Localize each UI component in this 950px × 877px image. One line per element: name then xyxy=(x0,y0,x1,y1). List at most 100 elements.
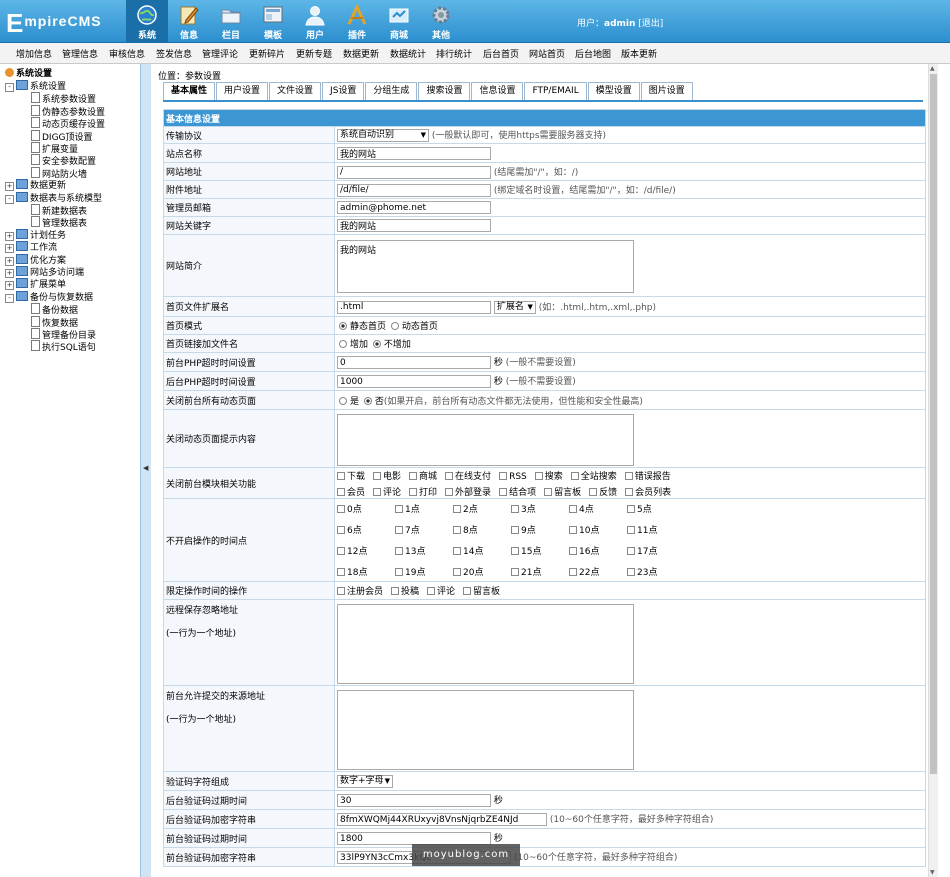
checkbox-option[interactable]: 20点 xyxy=(453,565,511,578)
menu-item[interactable]: 后台地图 xyxy=(575,47,611,60)
menu-item[interactable]: 增加信息 xyxy=(16,47,52,60)
checkbox[interactable] xyxy=(409,471,418,480)
nav-tools[interactable]: 插件 xyxy=(336,0,378,42)
checkbox-option[interactable]: 结合项 xyxy=(499,485,536,498)
checkbox[interactable] xyxy=(625,487,634,496)
checkbox[interactable] xyxy=(627,568,635,576)
radio-add-filename[interactable] xyxy=(339,340,347,348)
checkbox[interactable] xyxy=(569,568,577,576)
menu-item[interactable]: 审核信息 xyxy=(109,47,145,60)
sidebar-item[interactable]: 新建数据表 xyxy=(31,204,87,217)
sidebar-item[interactable]: 备份数据 xyxy=(31,303,78,316)
checkbox[interactable] xyxy=(511,568,519,576)
checkbox[interactable] xyxy=(511,547,519,555)
checkbox[interactable] xyxy=(544,487,553,496)
expand-icon[interactable]: + xyxy=(5,244,14,254)
checkbox[interactable] xyxy=(627,526,635,534)
checkbox-option[interactable]: 反馈 xyxy=(589,485,617,498)
checkbox-option[interactable]: 商城 xyxy=(409,469,437,482)
menu-item[interactable]: 管理信息 xyxy=(62,47,98,60)
indexext-input[interactable] xyxy=(337,300,491,314)
checkbox[interactable] xyxy=(337,547,345,555)
checkbox[interactable] xyxy=(589,487,598,496)
sidebar-item[interactable]: - 数据表与系统模型 xyxy=(5,191,102,204)
keywords-input[interactable] xyxy=(337,219,491,232)
sidebar-item[interactable]: - 备份与恢复数据 xyxy=(5,290,93,303)
breadcrumb-link[interactable]: 参数设置 xyxy=(185,72,221,82)
checkbox[interactable] xyxy=(569,526,577,534)
checkbox[interactable] xyxy=(624,471,633,480)
collapse-icon[interactable]: - xyxy=(5,293,14,303)
collapse-icon[interactable]: - xyxy=(5,83,14,92)
checkbox[interactable] xyxy=(569,505,577,513)
collapse-icon[interactable]: - xyxy=(5,194,14,204)
menu-item[interactable]: 数据更新 xyxy=(343,47,379,60)
checkbox[interactable] xyxy=(463,587,472,595)
menu-item[interactable]: 排行统计 xyxy=(436,47,472,60)
checkbox-option[interactable]: 外部登录 xyxy=(445,485,491,498)
checkbox[interactable] xyxy=(453,505,461,513)
radio-dynamic-index[interactable] xyxy=(390,322,399,330)
checkbox[interactable] xyxy=(337,526,345,534)
protocol-select[interactable]: 系统自动识别 ▼ xyxy=(337,129,429,142)
sidebar-item[interactable]: + 数据更新 xyxy=(5,179,66,192)
checkbox-option[interactable]: 错误报告 xyxy=(624,469,671,482)
checkbox-option[interactable]: 23点 xyxy=(627,565,685,578)
scroll-up-icon[interactable]: ▲ xyxy=(930,65,935,72)
remote-ignore-textarea[interactable] xyxy=(337,603,634,684)
sidebar-item[interactable]: 伪静态参数设置 xyxy=(31,104,105,118)
checkbox[interactable] xyxy=(445,471,454,480)
checkbox[interactable] xyxy=(499,487,508,496)
siteurl-input[interactable] xyxy=(337,165,491,179)
intro-textarea[interactable]: 我的网站 xyxy=(337,240,634,293)
checkbox-option[interactable]: 0点 xyxy=(337,502,395,515)
checkbox-option[interactable]: 留言板 xyxy=(463,584,500,597)
sidebar-item[interactable]: 动态页缓存设置 xyxy=(31,117,105,130)
checkbox-option[interactable]: 打印 xyxy=(409,485,437,498)
adminphptimeout-input[interactable] xyxy=(337,375,491,388)
checkbox[interactable] xyxy=(373,471,382,480)
checkbox-option[interactable]: 12点 xyxy=(337,544,395,557)
menu-item[interactable]: 更新碎片 xyxy=(249,47,285,60)
scroll-down-icon[interactable]: ▼ xyxy=(930,869,935,876)
sidebar-item[interactable]: DIGG顶设置 xyxy=(31,129,93,143)
radio-close-no[interactable] xyxy=(363,396,372,405)
checkbox[interactable] xyxy=(337,587,345,595)
allow-source-textarea[interactable] xyxy=(337,689,634,770)
sitename-input[interactable] xyxy=(337,146,491,160)
menu-item[interactable]: 签发信息 xyxy=(156,47,192,60)
menu-item[interactable]: 数据统计 xyxy=(390,47,426,60)
checkbox[interactable] xyxy=(569,547,577,555)
checkbox-option[interactable]: 19点 xyxy=(395,565,453,578)
checkbox-option[interactable]: 18点 xyxy=(337,565,395,578)
tree-root[interactable]: 系统设置 xyxy=(5,68,52,80)
checkbox[interactable] xyxy=(395,547,403,555)
checkbox-option[interactable]: 21点 xyxy=(511,565,569,578)
nav-shop[interactable]: 商城 xyxy=(378,0,420,42)
checkbox-option[interactable]: 注册会员 xyxy=(337,584,383,597)
checkbox-option[interactable]: 搜索 xyxy=(534,469,563,482)
close-message-textarea[interactable] xyxy=(337,413,634,466)
phptimeout-input[interactable] xyxy=(337,356,491,369)
sidebar-item[interactable]: 网站防火墙 xyxy=(31,166,87,180)
expand-icon[interactable]: + xyxy=(5,182,14,192)
nav-pencil-note[interactable]: 信息 xyxy=(168,0,210,42)
checkbox-option[interactable]: 会员 xyxy=(337,485,365,498)
tab-1[interactable]: 用户设置 xyxy=(216,82,269,100)
checkbox-option[interactable]: 22点 xyxy=(569,565,627,578)
sidebar-item[interactable]: + 扩展菜单 xyxy=(5,278,66,291)
menu-item[interactable]: 管理评论 xyxy=(202,47,238,60)
checkbox[interactable] xyxy=(453,526,461,534)
checkbox-option[interactable]: 全站搜索 xyxy=(570,469,617,482)
checkbox-option[interactable]: 会员列表 xyxy=(625,485,671,498)
checkbox-option[interactable]: 15点 xyxy=(511,544,569,557)
checkbox-option[interactable]: 评论 xyxy=(373,485,401,498)
checkbox-option[interactable]: 留言板 xyxy=(544,485,581,498)
checkbox-option[interactable]: 7点 xyxy=(395,523,453,536)
tab-3[interactable]: JS设置 xyxy=(322,82,365,100)
sidebar-item[interactable]: + 工作流 xyxy=(5,241,57,254)
tab-0[interactable]: 基本属性 xyxy=(163,82,216,100)
expand-icon[interactable]: + xyxy=(5,231,14,241)
checkbox[interactable] xyxy=(337,487,345,496)
sidebar-item[interactable]: 执行SQL语句 xyxy=(31,340,96,353)
